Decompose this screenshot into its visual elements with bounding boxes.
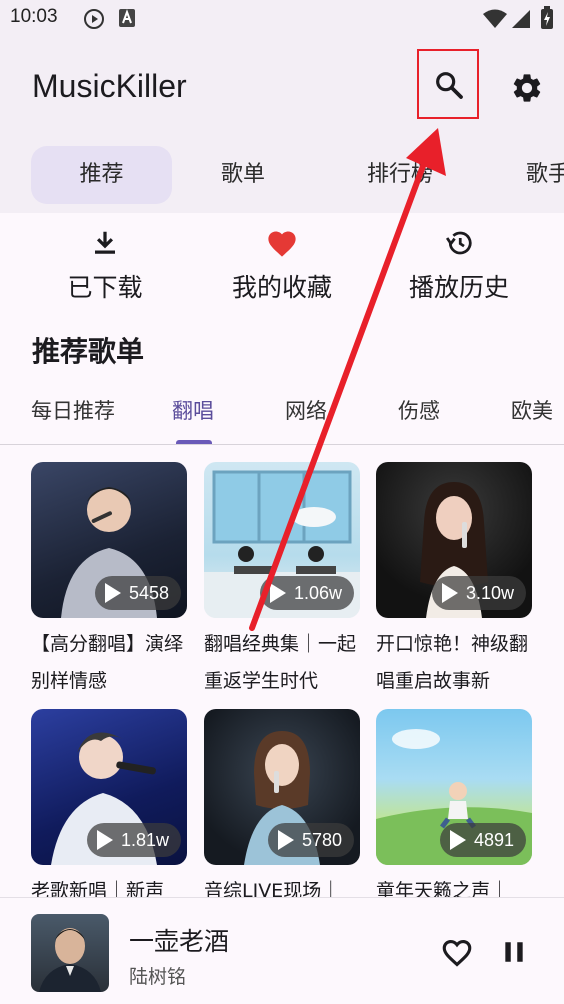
status-bar: 10:03 [0,0,564,38]
category-cover[interactable]: 翻唱 [172,395,214,425]
now-playing-artist: 陆树铭 [129,966,187,988]
play-count: 1.81w [120,829,169,850]
heart-icon [268,231,296,257]
settings-button[interactable] [497,54,557,122]
artist-portrait [39,928,101,992]
play-count-badge: 1.81w [86,823,181,857]
search-highlight-box [417,49,479,119]
play-count-badge: 3.10w [431,576,526,610]
play-count-badge: 1.06w [259,576,354,610]
play-count-badge: 5780 [267,823,354,857]
play-icon [277,830,294,850]
main-tabs: 推荐 歌单 排行榜 歌手 [0,146,564,204]
playlist-cover: 3.10w [376,462,532,618]
tab-charts[interactable]: 排行榜 [352,146,448,204]
playlist-cover: 1.81w [31,709,187,865]
app-title: MusicKiller [32,68,187,104]
gear-icon [513,74,541,102]
now-playing-bar[interactable]: 一壶老酒 陆树铭 [0,897,564,1004]
category-indicator [176,440,212,444]
playlist-title: 【高分翻唱】演绎别样情感 [31,633,184,692]
category-tabs: 每日推荐 翻唱 网络 伤感 欧美 [0,385,564,445]
heart-outline-icon [442,939,472,967]
playlist-cover: 4891 [376,709,532,865]
quick-history-label: 播放历史 [408,273,509,302]
playlist-card[interactable]: 5458 【高分翻唱】演绎别样情感 [31,462,189,700]
play-icon [449,830,466,850]
category-internet[interactable]: 网络 [285,395,327,425]
category-sad[interactable]: 伤感 [398,395,440,425]
quick-history[interactable]: 播放历史 [369,228,549,304]
playlist-card[interactable]: 3.10w 开口惊艳！神级翻唱重启故事新 [376,462,534,700]
now-playing-artwork [31,914,109,992]
media-play-icon [84,9,104,29]
tab-recommend[interactable]: 推荐 [31,146,172,204]
category-daily[interactable]: 每日推荐 [31,395,115,425]
quick-favorites-label: 我的收藏 [231,273,332,302]
download-icon [95,231,115,254]
play-count-badge: 4891 [439,823,526,857]
playlist-card[interactable]: 1.06w 翻唱经典集｜一起重返学生时代 [204,462,362,700]
history-icon [445,231,472,255]
quick-favorites[interactable]: 我的收藏 [192,228,372,304]
favorite-button[interactable] [435,930,479,974]
battery-charging-icon [541,6,553,29]
play-count: 5780 [301,829,342,850]
tab-artists[interactable]: 歌手 [510,146,564,204]
play-icon [96,830,113,850]
play-count-badge: 5458 [94,576,181,610]
quick-downloaded-label: 已下载 [67,273,143,302]
section-title: 推荐歌单 [32,335,145,368]
category-western[interactable]: 欧美 [511,395,553,425]
playlist-cover: 1.06w [204,462,360,618]
play-icon [104,583,121,603]
tab-playlists[interactable]: 歌单 [195,146,291,204]
play-count: 1.06w [293,582,342,603]
quick-downloaded[interactable]: 已下载 [15,228,195,304]
playlist-cover: 5780 [204,709,360,865]
pause-icon [505,942,523,962]
play-icon [441,583,458,603]
signal-icon [512,10,530,28]
status-time: 10:03 [10,6,58,27]
play-count: 5458 [128,582,169,603]
play-count: 4891 [473,829,514,850]
now-playing-title: 一壶老酒 [129,927,230,956]
playlist-title: 开口惊艳！神级翻唱重启故事新 [376,633,529,692]
pause-button[interactable] [492,930,536,974]
play-count: 3.10w [465,582,514,603]
wifi-icon [483,9,507,28]
playlist-title: 翻唱经典集｜一起重返学生时代 [204,633,357,692]
playlist-cover: 5458 [31,462,187,618]
a-badge-icon [119,9,135,27]
play-icon [269,583,286,603]
